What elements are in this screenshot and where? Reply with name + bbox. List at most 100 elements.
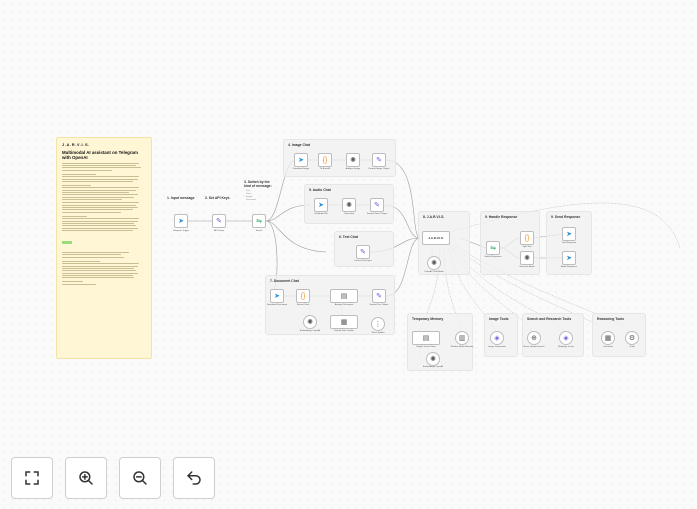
- node-label: Format Text Input: [354, 260, 372, 262]
- node-generate-audio[interactable]: ✺: [520, 251, 534, 265]
- node-jarvis-agent[interactable]: J.A.R.V.I.S.: [422, 231, 450, 245]
- node-format-audio[interactable]: ✎: [370, 198, 384, 212]
- image-gen-icon: ◈: [494, 334, 500, 342]
- openai-icon: ✺: [346, 201, 352, 209]
- loader-icon: ▦: [340, 318, 348, 326]
- webpage-icon: ◈: [563, 334, 569, 342]
- section-set-api-keys: 2. Set API Keys: [205, 196, 230, 200]
- node-label: Format Voice Output: [366, 213, 388, 215]
- frame-title: 9. Handle Response: [485, 215, 518, 219]
- node-format-doc[interactable]: ✎: [372, 289, 386, 303]
- splitter-icon: ⋮: [374, 320, 382, 328]
- workflow-canvas[interactable]: J.A.R.V.I.S. Multimodal AI assistant on …: [0, 0, 697, 509]
- node-calculator[interactable]: ▦: [601, 331, 615, 345]
- node-get-audio[interactable]: ➤: [314, 198, 328, 212]
- node-openai-model[interactable]: ✺: [427, 256, 441, 270]
- node-vector-store[interactable]: ▤: [412, 331, 440, 345]
- fit-view-button[interactable]: [11, 457, 53, 499]
- frame-title: Search and Research Tools: [527, 317, 572, 321]
- node-label: Format Image Output: [368, 168, 390, 170]
- memory-icon: ▥: [458, 334, 466, 342]
- node-default-loader[interactable]: ▦: [330, 315, 358, 329]
- node-label: API Setup: [214, 230, 224, 232]
- pencil-icon: ✎: [376, 156, 382, 164]
- node-switch-response[interactable]: ⇋: [486, 241, 500, 255]
- frame-title: 4. Image Chat: [288, 143, 311, 147]
- node-format-image[interactable]: ✎: [372, 153, 386, 167]
- node-webpage-to-text[interactable]: ◈: [559, 331, 573, 345]
- note-brand: J.A.R.V.I.S.: [62, 142, 90, 147]
- node-brave-search[interactable]: ⊕: [527, 331, 541, 345]
- telegram-icon: ➤: [566, 254, 572, 262]
- node-label: Switch Response: [484, 256, 502, 258]
- pencil-icon: ✎: [216, 217, 222, 225]
- switch-options: Text Voice Image Document: [246, 190, 256, 201]
- calculator-icon: ▦: [604, 334, 612, 342]
- frame-title: 6. Text Chat: [339, 235, 358, 239]
- node-extract-data[interactable]: {}: [296, 289, 310, 303]
- code-icon: {}: [524, 234, 530, 242]
- frame-title: 8. J.A.R.V.I.S.: [423, 215, 445, 219]
- node-telegram-trigger[interactable]: ➤: [174, 214, 188, 228]
- node-to-base64[interactable]: {}: [318, 153, 332, 167]
- node-label: Embeddings OpenAI: [422, 366, 444, 368]
- sticky-note-overview[interactable]: J.A.R.V.I.S. Multimodal AI assistant on …: [56, 137, 152, 359]
- code-icon: {}: [322, 156, 328, 164]
- openai-icon: ✺: [524, 254, 530, 262]
- telegram-icon: ➤: [318, 201, 324, 209]
- telegram-icon: ➤: [274, 292, 280, 300]
- node-label: Embeddings OpenAI: [299, 330, 321, 332]
- openai-icon: ✺: [431, 259, 437, 267]
- openai-icon: ✺: [307, 318, 313, 326]
- frame-title: Reasoning Tools: [597, 317, 625, 321]
- node-think[interactable]: ⚙: [625, 331, 639, 345]
- zoom-in-icon: [79, 471, 93, 485]
- node-label: Audio Response: [560, 266, 578, 268]
- frame-title: 5. Audio Chat: [309, 188, 331, 192]
- vector-store-icon: ▤: [340, 292, 348, 300]
- section-input-message: 1. Input message: [167, 196, 195, 200]
- node-label: Think: [629, 346, 635, 348]
- openai-icon: ✺: [430, 355, 436, 363]
- fit-view-icon: [25, 471, 39, 485]
- node-format-text[interactable]: ✎: [356, 245, 370, 259]
- node-download-image[interactable]: ➤: [294, 153, 308, 167]
- node-label: Analyze Document: [334, 304, 354, 306]
- node-label: Window Buffer Memory: [450, 346, 474, 348]
- telegram-icon: ➤: [566, 230, 572, 238]
- node-embeddings[interactable]: ✺: [303, 315, 317, 329]
- switch-icon: ⇋: [256, 217, 262, 225]
- frame-title: 7. Document Chat: [270, 279, 299, 283]
- zoom-out-button[interactable]: [119, 457, 161, 499]
- zoom-in-button[interactable]: [65, 457, 107, 499]
- pencil-icon: ✎: [374, 201, 380, 209]
- section-switch: 3. Switch by the kind of message:: [244, 180, 272, 189]
- pencil-icon: ✎: [360, 248, 366, 256]
- node-download-document[interactable]: ➤: [270, 289, 284, 303]
- undo-button[interactable]: [173, 457, 215, 499]
- node-token-splitter[interactable]: ⋮: [371, 317, 385, 331]
- node-audio-response[interactable]: ➤: [562, 251, 576, 265]
- node-label: Format Doc Output: [369, 304, 389, 306]
- node-label: OpenAI Chat Model: [424, 271, 444, 273]
- node-embeddings-memory[interactable]: ✺: [426, 352, 440, 366]
- node-split-text[interactable]: {}: [520, 231, 534, 245]
- node-transcribe[interactable]: ✺: [342, 198, 356, 212]
- node-api-setup[interactable]: ✎: [212, 214, 226, 228]
- telegram-icon: ➤: [298, 156, 304, 164]
- node-label: Switch: [255, 230, 263, 232]
- node-text-response[interactable]: ➤: [562, 227, 576, 241]
- telegram-icon: ➤: [178, 217, 184, 225]
- node-label: Extract Data: [296, 304, 310, 306]
- node-analyze-document[interactable]: ▤: [330, 289, 358, 303]
- undo-icon: [187, 471, 201, 485]
- node-analyze-image[interactable]: ✺: [346, 153, 360, 167]
- node-switch[interactable]: ⇋: [252, 214, 266, 228]
- node-label: Generate Audio: [519, 266, 535, 268]
- node-image-generation[interactable]: ◈: [490, 331, 504, 345]
- vector-store-icon: ▤: [422, 334, 430, 342]
- node-window-memory[interactable]: ▥: [455, 331, 469, 345]
- think-icon: ⚙: [628, 334, 636, 342]
- node-label: Default Data Loader: [334, 330, 354, 332]
- node-label: Telegram Trigger: [172, 230, 190, 232]
